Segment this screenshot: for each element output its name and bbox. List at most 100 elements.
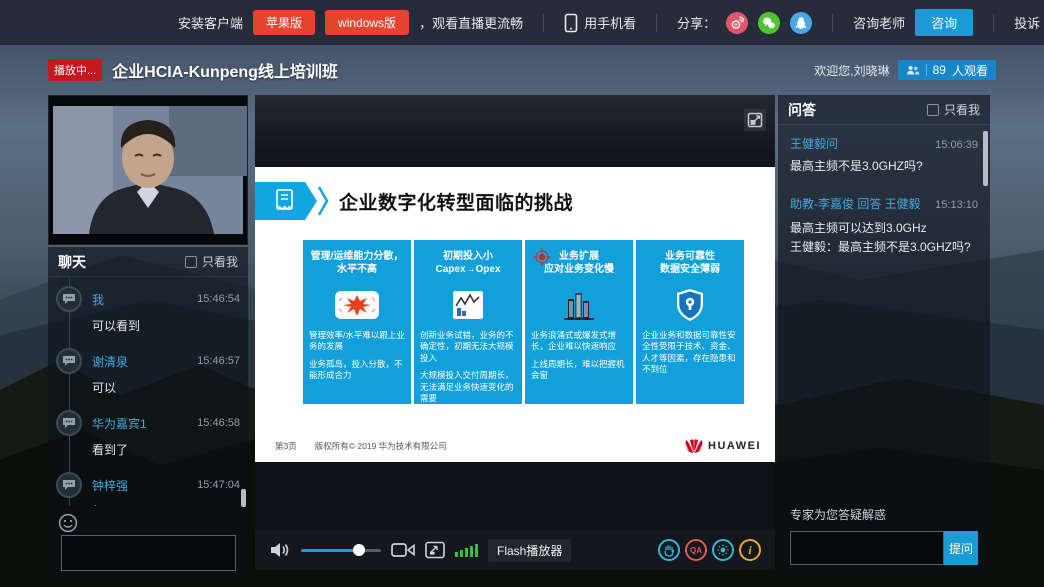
chat-bubble-icon — [62, 355, 76, 367]
title-bar: 播放中... 企业HCIA-Kunpeng线上培训班 欢迎您,刘晓琳 89 人观… — [0, 45, 1044, 95]
chat-username: 我 — [92, 291, 104, 308]
raise-hand-button[interactable] — [658, 539, 680, 561]
camera-icon[interactable] — [391, 542, 415, 558]
chat-message-list: 我 15:46:54 可以看到 谢清泉 15:46:57 可以 — [48, 278, 248, 506]
ask-question-button[interactable]: 提问 — [944, 531, 978, 565]
qa-only-me-label: 只看我 — [944, 101, 980, 118]
qa-only-me-checkbox[interactable] — [927, 104, 939, 116]
slide-footer: 第3页 版权所有© 2019 华为技术有限公司 HUAWEI — [275, 438, 761, 454]
target-crosshair-icon — [533, 248, 551, 266]
qa-username: 王健毅问 — [790, 135, 838, 152]
divider — [543, 14, 544, 32]
player-action-buttons: QA i — [658, 539, 761, 561]
speaker-icon[interactable] — [269, 541, 291, 559]
player-top-area — [255, 95, 775, 167]
chat-only-me-checkbox[interactable] — [185, 256, 197, 268]
chat-username: 钟梓强 — [92, 477, 128, 494]
sun-icon — [717, 544, 729, 556]
challenge-card-4: 业务可靠性 数据安全薄弱 企业业务和数据可靠性安全性受限于技术、资金、人才等因素… — [636, 240, 744, 404]
huawei-flower-icon — [684, 438, 704, 454]
qa-message: 助教-李嘉俊 回答 王健毅 15:13:10 最高主频可以达到3.0GHz 王健… — [790, 195, 978, 256]
security-shield-icon — [642, 282, 738, 328]
live-classroom-page: 安装客户端 苹果版 windows版 ，观看直播更流畅 用手机看 分享： — [0, 0, 1044, 587]
card-title: 业务可靠性 数据安全薄弱 — [642, 250, 738, 276]
qa-scrollbar-thumb[interactable] — [983, 131, 988, 186]
qa-text: 最高主频不是3.0GHZ吗? — [790, 158, 978, 175]
qa-text: 王健毅：最高主频不是3.0GHZ吗? — [790, 239, 978, 256]
presenter-webcam-video — [48, 95, 248, 245]
chat-scrollbar-thumb[interactable] — [241, 489, 246, 507]
chat-header: 聊天 只看我 — [48, 247, 248, 277]
huawei-wordmark: HUAWEI — [708, 440, 761, 452]
card-body: 管理效率/水平难以跟上业务的发展 — [309, 330, 405, 353]
qa-ask-area: 专家为您答疑解惑 提问 — [778, 506, 990, 575]
qa-button[interactable]: QA — [685, 539, 707, 561]
chat-only-me-toggle[interactable]: 只看我 — [185, 253, 238, 270]
wechat-share-icon[interactable] — [758, 12, 780, 34]
player-control-bar: Flash播放器 QA i — [255, 530, 775, 570]
chat-message-input[interactable] — [61, 535, 236, 571]
hand-icon — [663, 544, 675, 557]
playing-status-badge: 播放中... — [48, 59, 102, 81]
volume-thumb[interactable] — [353, 544, 365, 556]
weibo-share-icon[interactable] — [726, 12, 748, 34]
phone-icon — [564, 13, 578, 33]
qa-title: 问答 — [788, 100, 816, 120]
chat-username: 谢清泉 — [92, 353, 128, 370]
divider — [926, 64, 927, 76]
welcome-user-label: 欢迎您,刘晓琳 — [814, 62, 889, 79]
watch-on-mobile-link[interactable]: 用手机看 — [564, 13, 636, 33]
info-button[interactable]: i — [739, 539, 761, 561]
chat-timestamp: 15:47:04 — [197, 479, 240, 491]
qa-question-input[interactable] — [790, 531, 944, 565]
presentation-player: 企业数字化转型面临的挑战 管理/运维能力分散，水平不高 — [255, 95, 775, 570]
volume-slider[interactable] — [301, 544, 381, 556]
layout-switch-icon[interactable] — [425, 541, 445, 559]
wechat-glyph — [762, 16, 776, 30]
watch-on-mobile-label: 用手机看 — [584, 13, 636, 32]
qa-header: 问答 只看我 — [778, 95, 990, 125]
smoother-hint-label: ，观看直播更流畅 — [419, 13, 523, 32]
slide-page-number: 第3页 — [275, 440, 297, 452]
card-body: 企业业务和数据可靠性安全性受限于技术、资金、人才等因素，存在隐患和不到位 — [642, 330, 738, 376]
settings-brightness-button[interactable] — [712, 539, 734, 561]
course-title: 企业HCIA-Kunpeng线上培训班 — [112, 58, 338, 82]
qa-text: 最高主频可以达到3.0GHz — [790, 220, 978, 237]
chat-text: 1 — [92, 503, 240, 506]
chat-timestamp: 15:46:58 — [197, 417, 240, 429]
huawei-logo: HUAWEI — [684, 438, 761, 454]
chat-bubble-icon — [62, 293, 76, 305]
chat-text: 可以看到 — [92, 317, 240, 334]
chat-bubble-icon — [62, 479, 76, 491]
card-body: 创新业务试错，业务的不确定性，初期无法大规模投入 — [420, 330, 516, 364]
viewers-label: 人观看 — [952, 62, 988, 79]
consult-teacher-label: 咨询老师 — [853, 13, 905, 32]
windows-version-button[interactable]: windows版 — [325, 10, 409, 35]
complaint-link[interactable]: 投诉 — [1014, 13, 1040, 32]
divider — [993, 14, 994, 32]
challenge-card-2: 初期投入小 Capex→Opex 创新业务试错，业务的不确定性，初期无法大规模投… — [414, 240, 522, 404]
chat-text: 看到了 — [92, 441, 240, 458]
qq-share-icon[interactable] — [790, 12, 812, 34]
fullscreen-expand-button[interactable] — [744, 109, 766, 131]
qa-username: 助教-李嘉俊 回答 王健毅 — [790, 195, 921, 212]
people-icon — [906, 65, 920, 76]
share-label: 分享： — [677, 13, 716, 32]
consult-button[interactable]: 咨询 — [915, 9, 973, 36]
divider — [832, 14, 833, 32]
qa-only-me-toggle[interactable]: 只看我 — [927, 101, 980, 118]
qa-message: 王健毅问 15:06:39 最高主频不是3.0GHZ吗? — [790, 135, 978, 175]
challenge-cards: 管理/运维能力分散，水平不高 管理效率/水平难以跟上业务的发展 业务孤岛，投入分… — [303, 240, 744, 404]
avatar — [56, 472, 82, 498]
title-bar-right: 欢迎您,刘晓琳 89 人观看 — [814, 60, 996, 80]
slide-title: 企业数字化转型面临的挑战 — [339, 188, 573, 215]
chat-text: 可以 — [92, 379, 240, 396]
chat-message: 钟梓强 15:47:04 1 — [56, 472, 240, 506]
emoji-picker-icon[interactable] — [58, 513, 78, 533]
slide-copyright: 版权所有© 2019 华为技术有限公司 — [315, 440, 447, 452]
chat-panel: 聊天 只看我 我 15:46:54 可以看到 — [48, 247, 248, 579]
apple-version-button[interactable]: 苹果版 — [253, 10, 315, 35]
flash-player-label: Flash播放器 — [488, 539, 571, 562]
avatar — [56, 348, 82, 374]
card-body: 上线周期长，难以把握机会窗 — [531, 359, 627, 382]
